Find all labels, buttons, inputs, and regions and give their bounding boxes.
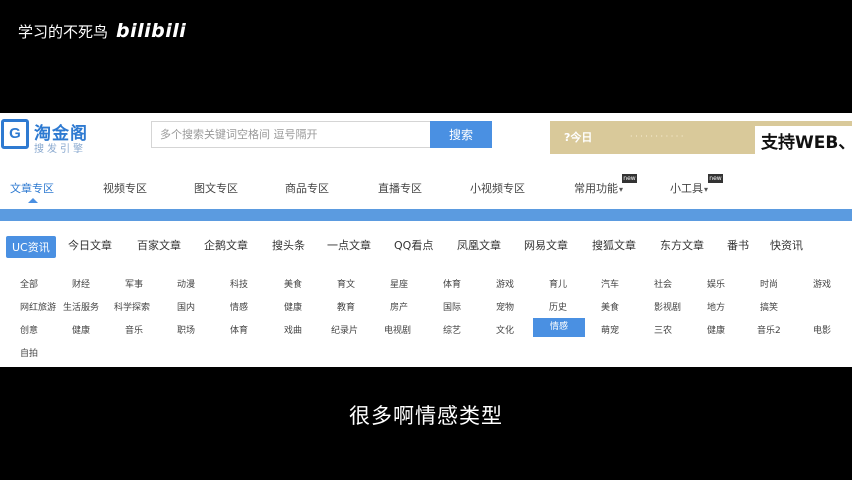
chevron-down-icon: ▾ bbox=[619, 185, 624, 194]
category-item[interactable]: 电影 bbox=[813, 323, 831, 336]
category-item[interactable]: 纪录片 bbox=[331, 323, 358, 336]
category-item[interactable]: 社会 bbox=[654, 277, 672, 290]
platform-tabs: UC资讯 今日文章 百家文章 企鹅文章 搜头条 一点文章 QQ看点 凤凰文章 网… bbox=[0, 236, 852, 258]
category-item[interactable]: 军事 bbox=[125, 277, 143, 290]
category-item[interactable]: 自拍 bbox=[20, 346, 38, 359]
search-input[interactable] bbox=[151, 121, 430, 148]
tab-eastday[interactable]: 东方文章 bbox=[660, 237, 704, 253]
category-item[interactable]: 国际 bbox=[443, 300, 461, 313]
tab-baijia[interactable]: 百家文章 bbox=[137, 237, 181, 253]
new-badge: new bbox=[708, 174, 723, 183]
category-item[interactable]: 时尚 bbox=[760, 277, 778, 290]
category-item[interactable]: 育儿 bbox=[549, 277, 567, 290]
banner-right-text: 支持WEB、PC bbox=[755, 126, 852, 154]
search-button[interactable]: 搜索 bbox=[430, 121, 492, 148]
channel-name: 学习的不死鸟 bbox=[18, 22, 109, 41]
category-item[interactable]: 房产 bbox=[390, 300, 408, 313]
category-item-active[interactable]: 情感 bbox=[533, 318, 585, 337]
logo-icon: G bbox=[1, 119, 29, 149]
promo-banner[interactable]: ?今日 · · · · · · · · · · · 支持WEB、PC bbox=[550, 121, 852, 154]
category-item[interactable]: 电视剧 bbox=[384, 323, 411, 336]
category-item[interactable]: 地方 bbox=[707, 300, 725, 313]
category-item[interactable]: 搞笑 bbox=[760, 300, 778, 313]
tab-ifeng[interactable]: 凤凰文章 bbox=[457, 237, 501, 253]
chevron-down-icon: ▾ bbox=[704, 185, 709, 194]
category-item[interactable]: 全部 bbox=[20, 277, 38, 290]
category-item[interactable]: 汽车 bbox=[601, 277, 619, 290]
category-item[interactable]: 历史 bbox=[549, 300, 567, 313]
category-item[interactable]: 情感 bbox=[230, 300, 248, 313]
tab-soutoutiao[interactable]: 搜头条 bbox=[272, 237, 305, 253]
category-item[interactable]: 健康 bbox=[284, 300, 302, 313]
category-grid: 全部 财经 军事 动漫 科技 美食 育文 星座 体育 游戏 育儿 汽车 社会 娱… bbox=[0, 273, 852, 365]
category-item[interactable]: 科学探索 bbox=[114, 300, 150, 313]
category-item[interactable]: 网红旅游 bbox=[20, 300, 56, 313]
section-divider-bar bbox=[0, 209, 852, 221]
category-item[interactable]: 体育 bbox=[443, 277, 461, 290]
nav-item-short-video[interactable]: 小视频专区 bbox=[470, 180, 525, 196]
category-item[interactable]: 科技 bbox=[230, 277, 248, 290]
tab-yidian[interactable]: 一点文章 bbox=[327, 237, 371, 253]
nav-item-live[interactable]: 直播专区 bbox=[378, 180, 422, 196]
category-item[interactable]: 影视剧 bbox=[654, 300, 681, 313]
category-item[interactable]: 创意 bbox=[20, 323, 38, 336]
banner-left-text: ?今日 bbox=[564, 131, 593, 144]
nav-item-articles[interactable]: 文章专区 bbox=[10, 180, 54, 196]
category-item[interactable]: 游戏 bbox=[496, 277, 514, 290]
new-badge: new bbox=[622, 174, 637, 183]
category-item[interactable]: 音乐 bbox=[125, 323, 143, 336]
category-item[interactable]: 娱乐 bbox=[707, 277, 725, 290]
video-watermark: 学习的不死鸟 bilibili bbox=[18, 20, 186, 42]
category-item[interactable]: 职场 bbox=[177, 323, 195, 336]
nav-item-common-tools-label: 常用功能 bbox=[574, 182, 618, 195]
tab-toutiao[interactable]: 今日文章 bbox=[68, 237, 112, 253]
bilibili-logo: bilibili bbox=[116, 20, 187, 42]
nav-item-products[interactable]: 商品专区 bbox=[285, 180, 329, 196]
category-item[interactable]: 戏曲 bbox=[284, 323, 302, 336]
tab-fanshu[interactable]: 番书 bbox=[727, 237, 749, 253]
category-item[interactable]: 生活服务 bbox=[63, 300, 99, 313]
banner-mid-text: · · · · · · · · · · · bbox=[630, 132, 684, 141]
category-item[interactable]: 美食 bbox=[284, 277, 302, 290]
category-item[interactable]: 美食 bbox=[601, 300, 619, 313]
category-item[interactable]: 健康 bbox=[72, 323, 90, 336]
category-item[interactable]: 国内 bbox=[177, 300, 195, 313]
nav-item-images[interactable]: 图文专区 bbox=[194, 180, 238, 196]
category-item[interactable]: 育文 bbox=[337, 277, 355, 290]
category-item[interactable]: 教育 bbox=[337, 300, 355, 313]
category-item[interactable]: 综艺 bbox=[443, 323, 461, 336]
search-bar: 搜索 bbox=[151, 121, 492, 148]
category-item[interactable]: 星座 bbox=[390, 277, 408, 290]
category-item[interactable]: 音乐2 bbox=[757, 323, 781, 336]
website-screenshot: G 淘金阁 搜发引擎 搜索 ?今日 · · · · · · · · · · · … bbox=[0, 113, 852, 367]
category-item[interactable]: 游戏 bbox=[813, 277, 831, 290]
video-subtitle: 很多啊情感类型 bbox=[349, 404, 503, 428]
nav-item-videos[interactable]: 视频专区 bbox=[103, 180, 147, 196]
category-item[interactable]: 动漫 bbox=[177, 277, 195, 290]
category-item[interactable]: 宠物 bbox=[496, 300, 514, 313]
category-item[interactable]: 体育 bbox=[230, 323, 248, 336]
brand-tagline: 搜发引擎 bbox=[34, 144, 86, 155]
active-pointer bbox=[28, 198, 38, 203]
tab-qq-kandian[interactable]: QQ看点 bbox=[394, 237, 433, 253]
tab-kuaizixun[interactable]: 快资讯 bbox=[770, 237, 803, 253]
category-item[interactable]: 财经 bbox=[72, 277, 90, 290]
tab-uc[interactable]: UC资讯 bbox=[6, 236, 56, 258]
category-item[interactable]: 健康 bbox=[707, 323, 725, 336]
tab-netease[interactable]: 网易文章 bbox=[524, 237, 568, 253]
category-item[interactable]: 三农 bbox=[654, 323, 672, 336]
category-item[interactable]: 文化 bbox=[496, 323, 514, 336]
tab-penguin[interactable]: 企鹅文章 bbox=[204, 237, 248, 253]
nav-item-small-tools[interactable]: 小工具▾ new bbox=[670, 174, 723, 196]
tab-sohu[interactable]: 搜狐文章 bbox=[592, 237, 636, 253]
top-nav: 文章专区 视频专区 图文专区 商品专区 直播专区 小视频专区 常用功能▾ new… bbox=[0, 174, 852, 203]
nav-item-common-tools[interactable]: 常用功能▾ new bbox=[574, 174, 637, 196]
nav-item-small-tools-label: 小工具 bbox=[670, 182, 703, 195]
category-item[interactable]: 萌宠 bbox=[601, 323, 619, 336]
site-logo[interactable]: G 淘金阁 搜发引擎 bbox=[0, 116, 100, 155]
